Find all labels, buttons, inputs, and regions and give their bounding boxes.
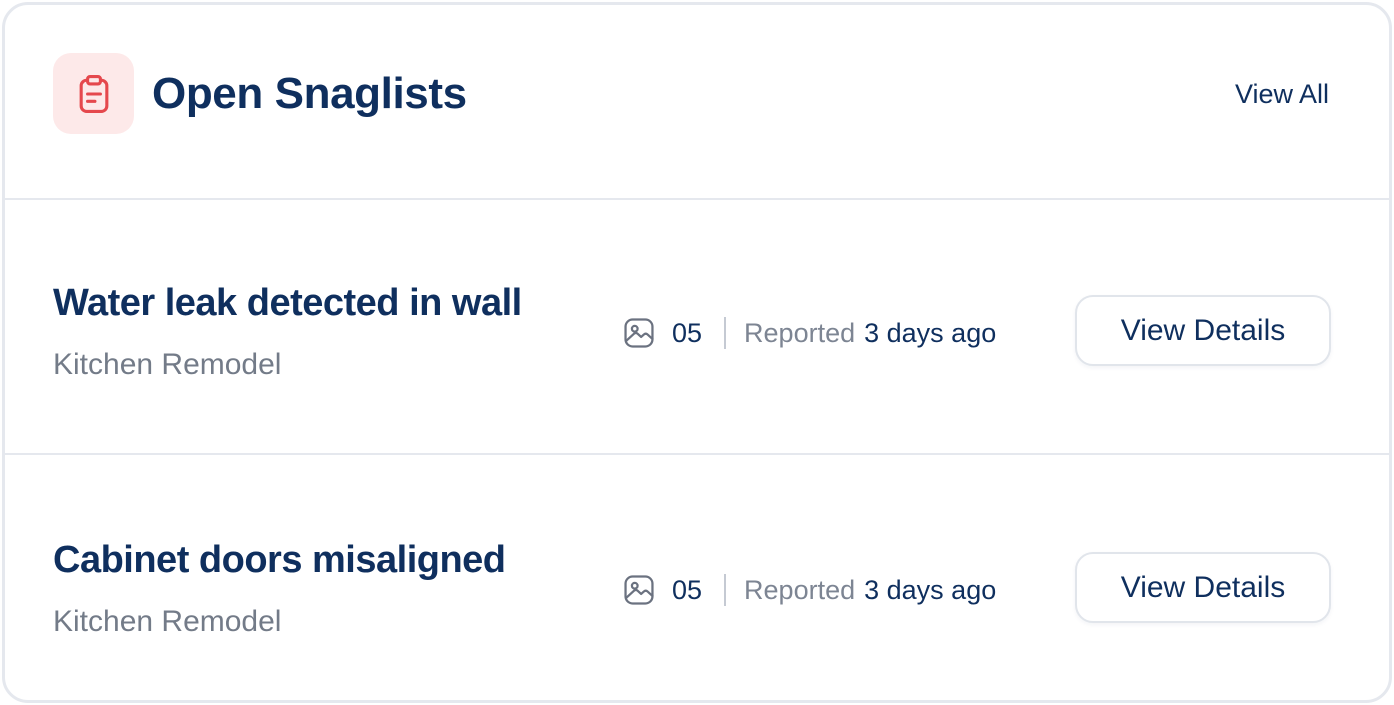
image-icon — [622, 573, 656, 607]
view-details-button[interactable]: View Details — [1075, 295, 1331, 366]
reported-label: Reported — [744, 574, 856, 605]
photo-count: 05 — [672, 574, 703, 605]
snag-meta: 05 Reported 3 days ago — [622, 570, 996, 610]
image-icon — [622, 316, 656, 350]
snag-row: Water leak detected in wall Kitchen Remo… — [5, 200, 1389, 455]
meta-divider — [724, 574, 727, 606]
snag-meta: 05 Reported 3 days ago — [622, 313, 996, 353]
snag-project: Kitchen Remodel — [53, 605, 282, 638]
snag-row: Cabinet doors misaligned Kitchen Remodel… — [5, 457, 1389, 700]
open-snaglists-card: Open Snaglists View All Water leak detec… — [2, 2, 1392, 703]
view-details-button[interactable]: View Details — [1075, 552, 1331, 623]
card-title: Open Snaglists — [152, 69, 467, 118]
reported-time: 3 days ago — [864, 317, 997, 348]
snag-project: Kitchen Remodel — [53, 348, 282, 381]
reported-label: Reported — [744, 317, 856, 348]
view-all-link[interactable]: View All — [1235, 79, 1329, 110]
meta-divider — [724, 317, 727, 349]
photo-count: 05 — [672, 317, 703, 348]
reported-time: 3 days ago — [864, 574, 997, 605]
snag-title: Cabinet doors misaligned — [53, 539, 506, 581]
card-header: Open Snaglists View All — [5, 5, 1389, 200]
snag-title: Water leak detected in wall — [53, 282, 522, 324]
clipboard-icon — [53, 53, 134, 134]
